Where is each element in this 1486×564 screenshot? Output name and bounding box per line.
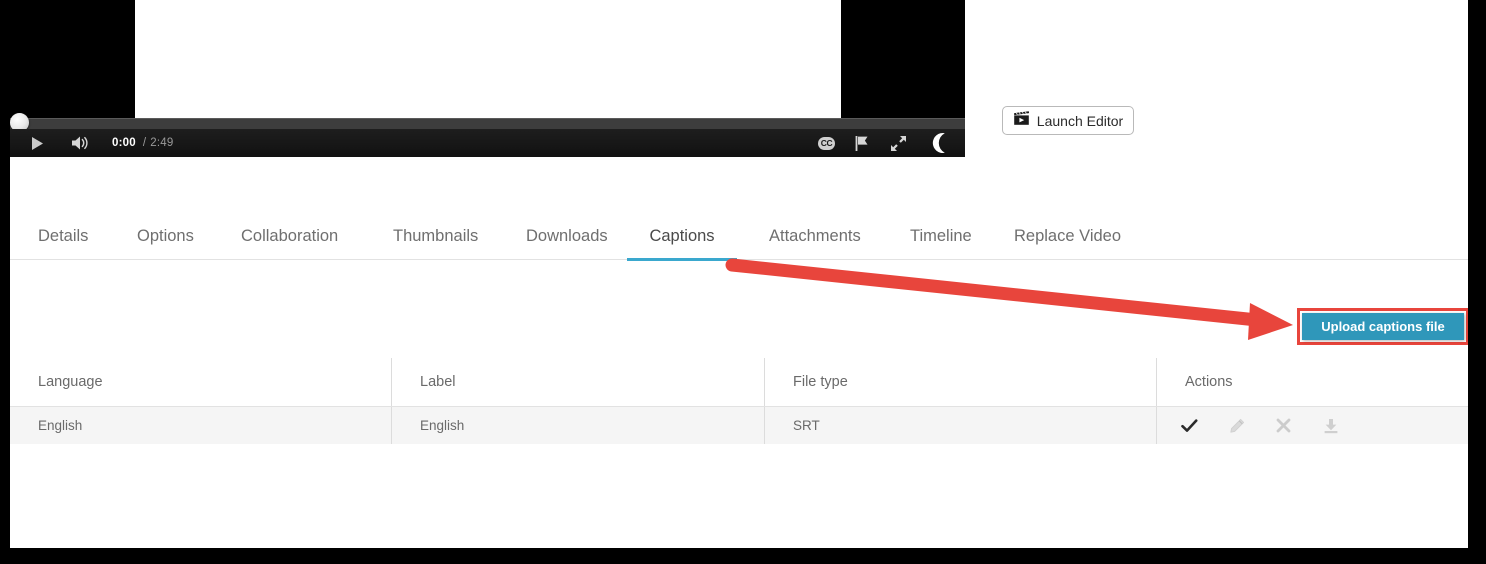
tab-replace-video[interactable]: Replace Video <box>1014 212 1126 260</box>
tab-attachments[interactable]: Attachments <box>769 212 873 260</box>
tab-captions[interactable]: Captions <box>627 212 737 261</box>
cell-actions <box>1156 407 1468 444</box>
volume-button[interactable] <box>70 134 90 152</box>
close-x-icon[interactable] <box>1275 417 1292 434</box>
column-header-language-label: Language <box>38 374 103 390</box>
tab-bar: Details Options Collaboration Thumbnails… <box>10 212 1468 261</box>
pencil-icon[interactable] <box>1228 417 1245 434</box>
fullscreen-icon[interactable] <box>889 134 907 152</box>
column-header-file-type-label: File type <box>793 374 848 390</box>
loading-spinner-icon <box>927 131 951 155</box>
video-player[interactable]: 0:00 / 2:49 CC <box>10 0 965 157</box>
seek-bar[interactable] <box>10 118 965 129</box>
tab-timeline[interactable]: Timeline <box>910 212 984 260</box>
tab-thumbnails[interactable]: Thumbnails <box>393 212 485 260</box>
current-time: 0:00 <box>112 137 136 149</box>
film-clapperboard-icon <box>1013 110 1030 131</box>
column-header-actions: Actions <box>1156 358 1468 406</box>
column-header-label-label: Label <box>420 374 456 390</box>
column-header-label: Label <box>391 358 764 406</box>
page-frame: 0:00 / 2:49 CC Launch Editor Details Opt… <box>0 0 1486 564</box>
page-canvas: 0:00 / 2:49 CC Launch Editor Details Opt… <box>10 0 1468 548</box>
captions-table: Language Label File type Actions English… <box>10 358 1468 444</box>
row-action-buttons <box>1157 417 1339 434</box>
upload-captions-file-button[interactable]: Upload captions file <box>1302 313 1464 340</box>
video-stage[interactable] <box>10 0 965 124</box>
player-right-controls: CC <box>818 131 951 155</box>
column-header-language: Language <box>10 358 391 406</box>
cell-file-type-value: SRT <box>793 418 820 433</box>
closed-captions-icon[interactable]: CC <box>818 136 835 150</box>
table-row[interactable]: English English SRT <box>10 407 1468 444</box>
upload-captions-callout: Upload captions file <box>1297 308 1468 345</box>
play-button[interactable] <box>28 134 46 152</box>
tab-details[interactable]: Details <box>38 212 96 260</box>
column-header-file-type: File type <box>764 358 1156 406</box>
tab-collaboration[interactable]: Collaboration <box>241 212 352 260</box>
tab-options[interactable]: Options <box>137 212 200 260</box>
column-header-actions-label: Actions <box>1185 374 1233 390</box>
cell-language-value: English <box>38 418 83 433</box>
player-control-bar: 0:00 / 2:49 CC <box>10 129 965 157</box>
flag-icon[interactable] <box>853 134 871 152</box>
download-icon[interactable] <box>1322 417 1339 434</box>
cell-language: English <box>10 407 391 444</box>
time-separator: / <box>142 137 147 149</box>
launch-editor-label: Launch Editor <box>1036 112 1124 129</box>
cell-label: English <box>391 407 764 444</box>
total-time: 2:49 <box>150 137 174 149</box>
time-display: 0:00 / 2:49 <box>112 137 173 149</box>
video-frame-content <box>135 0 841 124</box>
cell-file-type: SRT <box>764 407 1156 444</box>
launch-editor-button[interactable]: Launch Editor <box>1002 106 1134 135</box>
tab-downloads[interactable]: Downloads <box>526 212 615 260</box>
cell-label-value: English <box>420 418 465 433</box>
check-icon[interactable] <box>1181 417 1198 434</box>
table-header-row: Language Label File type Actions <box>10 358 1468 407</box>
